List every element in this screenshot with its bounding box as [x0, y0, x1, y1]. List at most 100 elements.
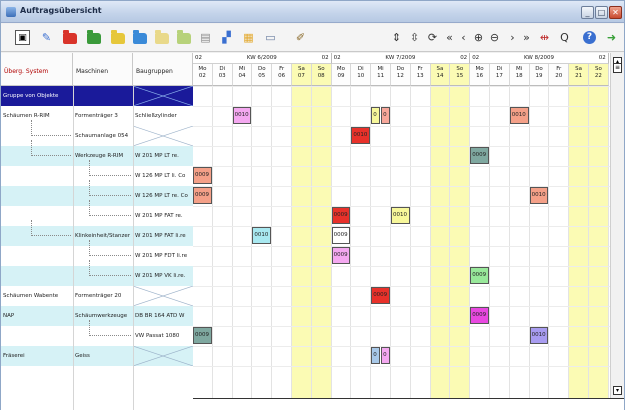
day-name: Mi — [377, 66, 384, 72]
edit-icon[interactable]: ✎ — [39, 30, 54, 45]
day-column[interactable] — [569, 86, 589, 398]
collapse-rows-icon[interactable]: ⇳ — [407, 30, 422, 45]
row-group: Schließzylinder — [135, 113, 177, 119]
order-block[interactable]: 0009 — [331, 247, 351, 264]
order-block[interactable]: 0010 — [529, 327, 549, 344]
help-icon[interactable]: ? — [583, 31, 596, 44]
day-column[interactable] — [549, 86, 570, 398]
day-column[interactable] — [470, 86, 490, 398]
day-column[interactable] — [510, 86, 530, 398]
day-column[interactable] — [233, 86, 253, 398]
day-column[interactable] — [450, 86, 471, 398]
header-groups[interactable]: Baugruppen — [133, 53, 193, 86]
order-block[interactable]: 0010 — [391, 207, 410, 224]
tree-row[interactable]: VW Passat 1080 — [1, 320, 193, 346]
day-number: 18 — [515, 73, 523, 79]
tree-row[interactable]: Fräserei Geiss — [1, 345, 194, 367]
tree-connector — [89, 320, 131, 336]
last-page-icon[interactable]: » — [519, 30, 534, 45]
day-column[interactable] — [430, 86, 451, 398]
day-column[interactable] — [272, 86, 292, 398]
scroll-down-icon[interactable]: ▾ — [613, 386, 622, 395]
first-page-icon[interactable]: « — [442, 30, 457, 45]
pencil-icon[interactable]: ✐ — [293, 30, 308, 45]
minimize-button[interactable]: _ — [581, 6, 594, 19]
day-column[interactable] — [530, 86, 550, 398]
empty-group-cell — [132, 285, 194, 307]
order-block[interactable]: 0 — [371, 107, 381, 124]
day-name: Do — [257, 66, 266, 72]
close-button[interactable]: ✕ — [609, 6, 622, 19]
next-icon[interactable]: › — [505, 30, 520, 45]
order-block[interactable]: 0009 — [371, 287, 390, 304]
refresh-icon[interactable]: ⟳ — [425, 30, 440, 45]
order-block[interactable]: 0009 — [193, 167, 212, 184]
export-icon[interactable]: ▦ — [241, 30, 256, 45]
vertical-scrollbar[interactable]: ▴ ≡ ▾ — [610, 53, 624, 398]
row-machine: Geiss — [75, 353, 90, 359]
day-number: 12 — [396, 73, 404, 79]
order-block[interactable]: 0010 — [509, 107, 529, 124]
day-column[interactable] — [193, 86, 213, 398]
day-column[interactable] — [589, 86, 609, 398]
order-block[interactable]: 0010 — [252, 227, 272, 244]
order-block[interactable]: 0009 — [331, 227, 351, 244]
order-block[interactable]: 0010 — [529, 187, 549, 204]
column-separator — [73, 86, 74, 410]
scroll-thumb[interactable]: ≡ — [613, 63, 622, 73]
order-block[interactable]: 0009 — [470, 147, 489, 164]
document-icon[interactable]: ▤ — [198, 30, 213, 45]
tree-row[interactable]: Schäumen R-RIM Formenträger 3 Schließzylin… — [1, 106, 193, 126]
order-block[interactable]: 0010 — [351, 127, 371, 144]
calendar-icon[interactable]: ▣ — [15, 30, 30, 45]
day-column[interactable] — [292, 86, 312, 398]
folder-green-icon[interactable] — [87, 30, 101, 44]
order-block[interactable]: 0009 — [193, 187, 212, 204]
tree-row[interactable]: W 201 MP VK li.re. — [1, 260, 193, 286]
zoom-icon[interactable]: Q — [557, 30, 572, 45]
fit-icon[interactable]: ⇹ — [537, 30, 552, 45]
horizontal-scrollbar[interactable] — [193, 398, 624, 410]
order-block[interactable]: 0 — [381, 107, 390, 124]
day-header: Do 12 — [391, 64, 411, 86]
day-number: 09 — [337, 73, 345, 79]
folder-blue-icon[interactable] — [133, 30, 147, 44]
day-column[interactable] — [391, 86, 411, 398]
zoom-in-icon[interactable]: ⊕ — [471, 30, 486, 45]
tree-row[interactable]: Schäumen Wabente Formenträger 20 — [1, 285, 194, 307]
tree-row[interactable]: Schaumanlage 054 — [1, 120, 194, 147]
header-machines[interactable]: Maschinen — [73, 53, 133, 86]
maximize-button[interactable]: □ — [595, 6, 608, 19]
previous-icon[interactable]: ‹ — [456, 30, 471, 45]
tree-row[interactable]: Gruppe von Objekte — [1, 85, 194, 107]
day-column[interactable] — [411, 86, 431, 398]
day-column[interactable] — [490, 86, 510, 398]
expand-rows-icon[interactable]: ⇕ — [389, 30, 404, 45]
folder-yellow-icon[interactable] — [111, 30, 125, 44]
day-header: Mo 02 — [193, 64, 213, 86]
folder-lime-icon[interactable] — [177, 30, 191, 44]
header-system[interactable]: Überg. System — [1, 53, 73, 86]
folder-red-icon[interactable] — [63, 30, 77, 44]
order-block[interactable]: 0 — [381, 347, 390, 364]
day-column[interactable] — [311, 86, 332, 398]
order-block[interactable]: 0 — [371, 347, 381, 364]
tree-row[interactable]: W 201 MP FAT re. — [1, 200, 193, 226]
schedule-area: Überg. System Maschinen Baugruppen Grupp… — [1, 53, 624, 410]
print-icon[interactable]: ▭ — [263, 30, 278, 45]
column-separator — [133, 86, 134, 410]
zoom-out-icon[interactable]: ⊖ — [487, 30, 502, 45]
folder-light-icon[interactable] — [155, 30, 169, 44]
network-icon[interactable]: ▞ — [219, 30, 234, 45]
row-line — [193, 286, 610, 287]
week-label: KW 6/2009 — [246, 55, 277, 61]
order-block[interactable]: 0009 — [193, 327, 212, 344]
order-block[interactable]: 0009 — [470, 307, 489, 324]
order-block[interactable]: 0009 — [331, 207, 351, 224]
row-group: W 201 MP FAT re. — [135, 213, 183, 219]
order-block[interactable]: 0009 — [470, 267, 489, 284]
order-block[interactable]: 0010 — [232, 107, 252, 124]
row-line — [193, 146, 610, 147]
exit-icon[interactable]: ➜ — [604, 30, 619, 45]
day-column[interactable] — [213, 86, 233, 398]
